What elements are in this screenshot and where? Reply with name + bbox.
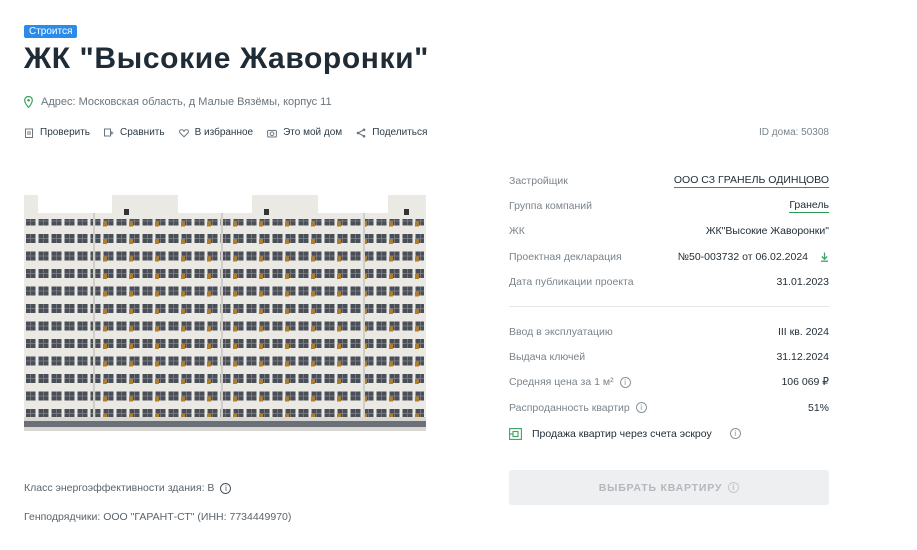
publication-row: Дата публикации проекта 31.01.2023 [509, 270, 829, 295]
developer-link[interactable]: ООО СЗ ГРАНЕЛЬ ОДИНЦОВО [673, 174, 829, 188]
complex-row: ЖК ЖК"Высокие Жаворонки" [509, 219, 829, 244]
price-value: 106 069 ₽ [781, 376, 829, 389]
check-label: Проверить [40, 127, 91, 138]
status-badge: Строится [24, 25, 78, 38]
my-house-button[interactable]: Это мой дом [267, 127, 342, 138]
compare-button[interactable]: Сравнить [104, 127, 165, 138]
share-icon [356, 128, 366, 137]
clipboard-icon [25, 128, 33, 138]
info-panel: Застройщик ООО СЗ ГРАНЕЛЬ ОДИНЦОВО Групп… [509, 168, 829, 447]
address: Адрес: Московская область, д Малые Вязём… [24, 96, 332, 108]
group-link[interactable]: Гранель [789, 199, 829, 214]
price-row: Средняя цена за 1 м² i 106 069 ₽ [509, 370, 829, 395]
info-icon[interactable]: i [729, 428, 741, 440]
commissioning-row: Ввод в эксплуатацию III кв. 2024 [509, 319, 829, 344]
publication-label: Дата публикации проекта [509, 276, 634, 289]
choose-apartment-label: ВЫБРАТЬ КВАРТИРУ [598, 481, 723, 494]
price-label: Средняя цена за 1 м² [509, 376, 614, 389]
divider [509, 305, 829, 307]
info-icon: i [728, 482, 740, 493]
sold-label-wrap: Распроданность квартир i [509, 402, 647, 414]
keys-value: 31.12.2024 [776, 351, 829, 364]
group-row: Группа компаний Гранель [509, 193, 829, 218]
developer-row: Застройщик ООО СЗ ГРАНЕЛЬ ОДИНЦОВО [509, 168, 829, 193]
share-label: Поделиться [372, 127, 428, 138]
my-house-label: Это мой дом [283, 127, 343, 138]
favorite-button[interactable]: В избранное [178, 127, 254, 138]
declaration-row: Проектная декларация №50-003732 от 06.02… [509, 244, 829, 269]
energy-class-text: Класс энергоэффективности здания: B [24, 482, 215, 494]
declaration-value: №50-003732 от 06.02.2024 [678, 251, 829, 263]
sold-label: Распроданность квартир [509, 401, 630, 414]
complex-label: ЖК [509, 225, 525, 238]
escrow-icon [509, 427, 522, 440]
declaration-text: №50-003732 от 06.02.2024 [677, 250, 808, 263]
keys-row: Выдача ключей 31.12.2024 [509, 344, 829, 369]
contractors: Генподрядчики: ООО "ГАРАНТ-СТ" (ИНН: 773… [24, 511, 292, 523]
address-text: Адрес: Московская область, д Малые Вязём… [41, 96, 332, 108]
price-label-wrap: Средняя цена за 1 м² i [509, 376, 631, 388]
commissioning-label: Ввод в эксплуатацию [509, 325, 613, 338]
compare-icon [104, 128, 114, 136]
keys-label: Выдача ключей [509, 351, 586, 364]
compare-label: Сравнить [120, 127, 165, 138]
group-label: Группа компаний [509, 200, 593, 213]
sold-row: Распроданность квартир i 51% [509, 395, 829, 420]
choose-apartment-button[interactable]: ВЫБРАТЬ КВАРТИРУ i [509, 470, 829, 505]
download-icon[interactable] [820, 252, 829, 262]
publication-value: 31.01.2023 [776, 276, 829, 289]
info-icon[interactable]: i [220, 482, 232, 494]
house-id: ID дома: 50308 [759, 127, 829, 138]
commissioning-value: III кв. 2024 [777, 325, 829, 338]
actions-bar: Проверить Сравнить В избранное Это мой д… [24, 127, 427, 138]
declaration-label: Проектная декларация [509, 250, 622, 263]
escrow-text: Продажа квартир через счета эскроу [532, 427, 712, 440]
check-button[interactable]: Проверить [24, 127, 90, 138]
info-icon[interactable]: i [635, 402, 647, 414]
info-icon[interactable]: i [619, 376, 631, 388]
sold-value: 51% [807, 401, 829, 414]
energy-class: Класс энергоэффективности здания: B i [24, 482, 232, 494]
share-button[interactable]: Поделиться [356, 127, 427, 138]
heart-icon [178, 128, 189, 138]
favorite-label: В избранное [194, 127, 254, 138]
camera-icon [267, 129, 278, 137]
developer-label: Застройщик [509, 174, 568, 187]
building-image [24, 195, 426, 431]
location-pin-icon [24, 96, 33, 108]
page-title: ЖК "Высокие Жаворонки" [24, 42, 429, 75]
complex-value: ЖК"Высокие Жаворонки" [705, 225, 829, 238]
escrow-row: Продажа квартир через счета эскроу i [509, 421, 829, 447]
